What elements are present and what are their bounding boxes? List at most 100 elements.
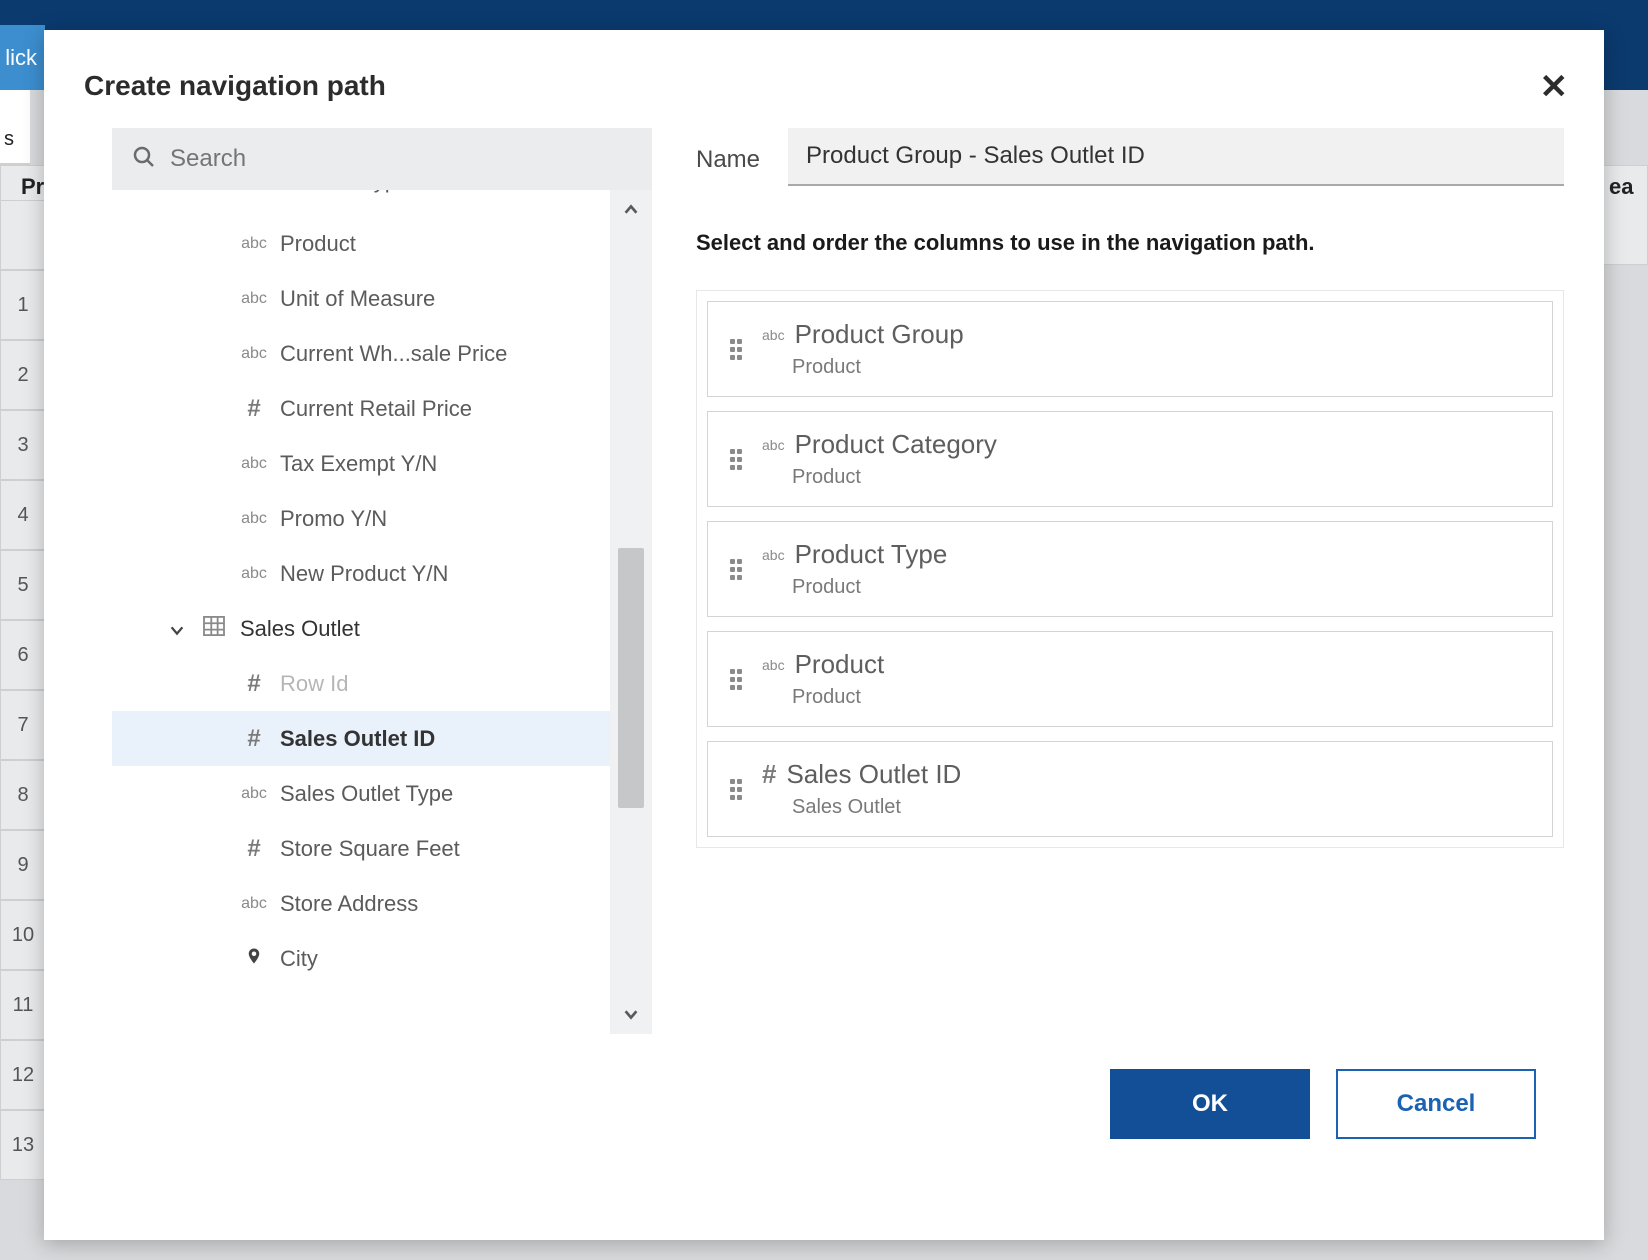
- text-type-icon: abc: [240, 565, 268, 583]
- tree-section-head[interactable]: Sales Outlet: [112, 601, 610, 656]
- drag-handle-icon[interactable]: [730, 669, 744, 690]
- bg-row-header: 2: [0, 340, 46, 410]
- tree-column-item[interactable]: abc Current Wh...sale Price: [112, 326, 610, 381]
- bg-partial-button: lick: [0, 25, 45, 90]
- tree-item-label: Store Address: [280, 891, 418, 917]
- ordered-column-texts: abcProduct GroupProduct: [762, 319, 964, 379]
- ordered-column-item[interactable]: abcProduct Type Product: [707, 521, 1553, 617]
- location-type-icon: [240, 945, 268, 972]
- table-type-icon: [200, 616, 228, 641]
- ordered-column-texts: abcProduct Category Product: [762, 429, 997, 489]
- name-field-label: Name: [696, 146, 760, 186]
- scrollbar-thumb[interactable]: [618, 548, 644, 808]
- ordered-column-source: Product: [792, 686, 884, 709]
- tree-item-label: Sales Outlet: [240, 616, 360, 642]
- text-type-icon: abc: [240, 345, 268, 363]
- search-row: [112, 128, 652, 190]
- dialog-body: abcProduct TypeabcProductabcUnit of Meas…: [44, 104, 1604, 1034]
- bg-row-header: 9: [0, 830, 46, 900]
- tree-item-label: Current Wh...sale Price: [280, 341, 507, 367]
- ordered-column-title-text: Product Category: [795, 429, 997, 460]
- tree-item-label: Product: [280, 231, 356, 257]
- number-type-icon: #: [240, 670, 268, 698]
- bg-row-header: 6: [0, 620, 46, 690]
- ordered-column-title: #Sales Outlet ID: [762, 759, 961, 790]
- bg-row-header: 5: [0, 550, 46, 620]
- ordered-column-source: Sales Outlet: [792, 796, 961, 819]
- name-field-row: Name: [696, 128, 1564, 186]
- text-type-icon: abc: [240, 235, 268, 253]
- tree-item-label: New Product Y/N: [280, 561, 448, 587]
- ok-button[interactable]: OK: [1110, 1069, 1310, 1139]
- column-tree-scroll: abcProduct TypeabcProductabcUnit of Meas…: [112, 190, 652, 1034]
- text-type-icon: abc: [240, 895, 268, 913]
- tree-column-item[interactable]: abcUnit of Measure: [112, 271, 610, 326]
- tree-column-item: #Row Id: [112, 656, 610, 711]
- scroll-up-icon[interactable]: [610, 190, 652, 230]
- name-input[interactable]: [788, 128, 1564, 186]
- ordered-column-source: Product: [792, 576, 947, 599]
- tree-column-item[interactable]: abc Product: [112, 216, 610, 271]
- tree-item-label: City: [280, 946, 318, 972]
- ordered-column-title: abcProduct Category: [762, 429, 997, 460]
- tree-item-label: Store Square Feet: [280, 836, 460, 862]
- bg-partial-tab: s: [0, 90, 30, 165]
- ordered-column-texts: #Sales Outlet ID Sales Outlet: [762, 759, 961, 819]
- number-type-icon: #: [240, 395, 268, 423]
- dialog-header: Create navigation path ✕: [44, 30, 1604, 104]
- tree-column-item[interactable]: #Sales Outlet ID: [112, 711, 610, 766]
- vertical-scrollbar[interactable]: [610, 190, 652, 1034]
- ordered-column-title-text: Product: [795, 649, 885, 680]
- drag-handle-icon[interactable]: [730, 339, 744, 360]
- tree-column-item[interactable]: City: [112, 931, 610, 986]
- text-type-icon: abc: [240, 190, 268, 194]
- text-type-icon: abc: [762, 547, 785, 563]
- tree-column-item[interactable]: abc Tax Exempt Y/N: [112, 436, 610, 491]
- bg-row-header: 13: [0, 1110, 46, 1180]
- cancel-button[interactable]: Cancel: [1336, 1069, 1536, 1139]
- tree-column-item[interactable]: abcPromo Y/N: [112, 491, 610, 546]
- tree-column-item[interactable]: # Store Square Feet: [112, 821, 610, 876]
- search-input[interactable]: [168, 144, 632, 174]
- tree-item-label: Unit of Measure: [280, 286, 435, 312]
- tree-column-item[interactable]: abc Sales Outlet Type: [112, 766, 610, 821]
- bg-row-header: 12: [0, 1040, 46, 1110]
- ordered-column-title: abcProduct Type: [762, 539, 947, 570]
- tree-column-item[interactable]: abc Store Address: [112, 876, 610, 931]
- text-type-icon: abc: [240, 455, 268, 473]
- create-navigation-path-dialog: Create navigation path ✕ abcProduct Type…: [44, 30, 1604, 1240]
- tree-item-label: Sales Outlet ID: [280, 726, 435, 752]
- close-icon[interactable]: ✕: [1540, 70, 1569, 104]
- drag-handle-icon[interactable]: [730, 779, 744, 800]
- text-type-icon: abc: [240, 785, 268, 803]
- instruction-text: Select and order the columns to use in t…: [696, 230, 1564, 256]
- drag-handle-icon[interactable]: [730, 559, 744, 580]
- search-icon: [132, 145, 156, 174]
- tree-item-label: Tax Exempt Y/N: [280, 451, 437, 477]
- text-type-icon: abc: [762, 327, 785, 343]
- text-type-icon: abc: [762, 657, 785, 673]
- tree-item-label: Promo Y/N: [280, 506, 387, 532]
- column-tree-panel: abcProduct TypeabcProductabcUnit of Meas…: [112, 128, 652, 1034]
- ordered-column-texts: abcProduct Type Product: [762, 539, 947, 599]
- dialog-footer: OK Cancel: [44, 1034, 1604, 1174]
- ordered-column-item[interactable]: abc Product Product: [707, 631, 1553, 727]
- ordered-column-item[interactable]: #Sales Outlet ID Sales Outlet: [707, 741, 1553, 837]
- ordered-column-item[interactable]: abcProduct GroupProduct: [707, 301, 1553, 397]
- number-type-icon: #: [240, 835, 268, 863]
- number-type-icon: #: [762, 759, 776, 790]
- bg-row-header: 4: [0, 480, 46, 550]
- ordered-column-item[interactable]: abcProduct Category Product: [707, 411, 1553, 507]
- ordered-column-title: abcProduct Group: [762, 319, 964, 350]
- tree-column-item[interactable]: abc New Product Y/N: [112, 546, 610, 601]
- ordered-column-texts: abc Product Product: [762, 649, 884, 709]
- drag-handle-icon[interactable]: [730, 449, 744, 470]
- tree-column-item[interactable]: abc Product Type: [112, 190, 610, 216]
- bg-row-header: 10: [0, 900, 46, 970]
- ordered-column-source: Product: [792, 466, 997, 489]
- tree-item-label: Product Type: [280, 190, 409, 194]
- scroll-down-icon[interactable]: [610, 994, 652, 1034]
- tree-column-item[interactable]: #Current Retail Price: [112, 381, 610, 436]
- tree-item-label: Sales Outlet Type: [280, 781, 453, 807]
- chevron-down-icon[interactable]: [168, 619, 188, 639]
